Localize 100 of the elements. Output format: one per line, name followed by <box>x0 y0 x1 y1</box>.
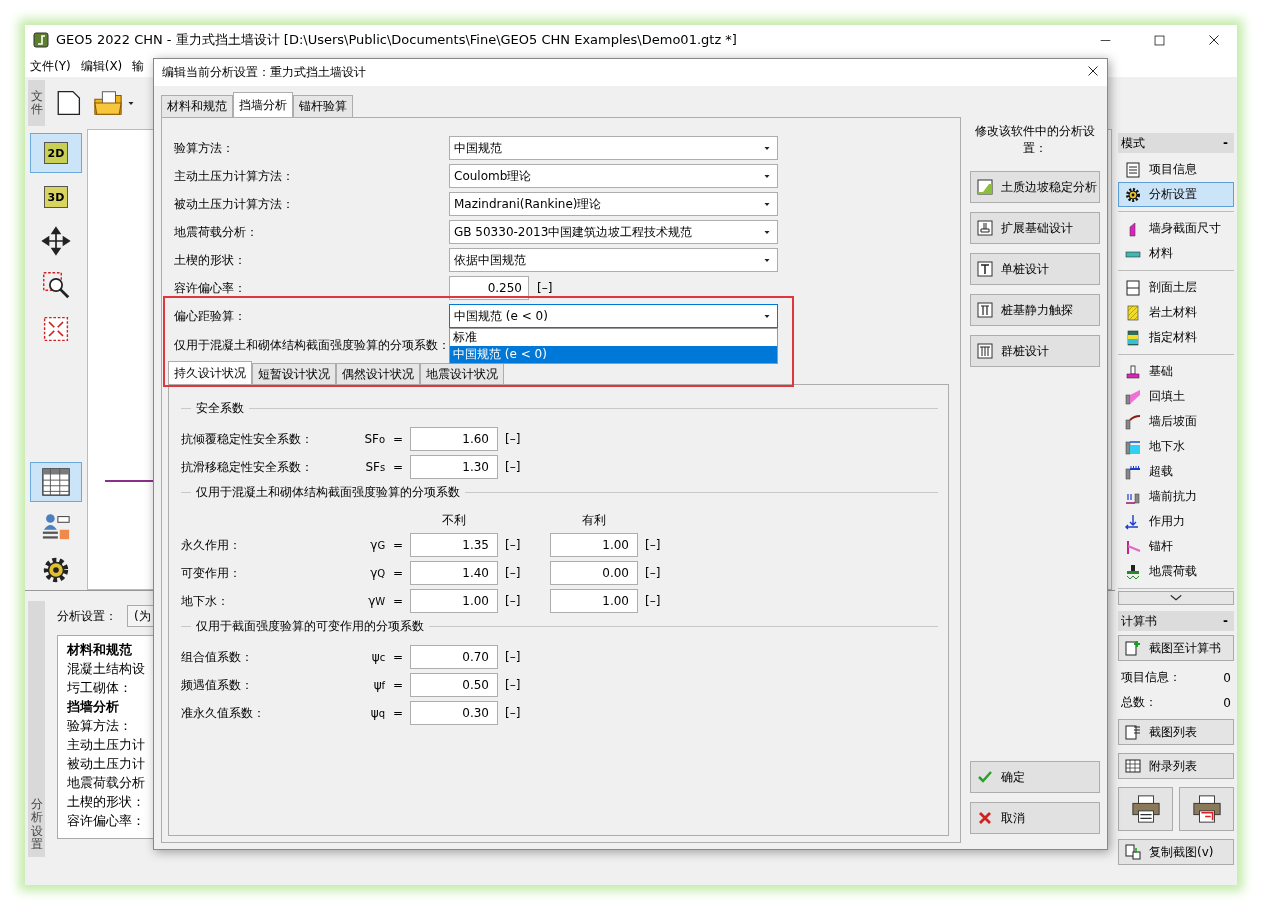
mode-item[interactable]: 锚杆 <box>1118 534 1234 559</box>
input-field[interactable]: 1.00 <box>410 589 498 613</box>
view-tool-button[interactable]: 3D <box>30 177 82 217</box>
mode-item[interactable]: 墙后坡面 <box>1118 409 1234 434</box>
input-field[interactable]: 1.60 <box>410 427 498 451</box>
caret-icon <box>763 172 771 180</box>
program-button[interactable]: 群桩设计 <box>969 335 1100 367</box>
tab[interactable]: 持久设计状况 <box>168 361 252 384</box>
mode-item[interactable]: 基础 <box>1118 359 1234 384</box>
dropdown-option[interactable]: 中国规范 (e < 0) <box>450 346 777 363</box>
input-field[interactable]: 1.35 <box>410 533 498 557</box>
menu-item[interactable]: 编辑(X) <box>80 57 123 75</box>
panel-button[interactable]: 截图列表 <box>1118 719 1234 745</box>
mode-item[interactable]: 项目信息 <box>1118 157 1234 182</box>
caret-icon <box>763 312 771 320</box>
tab[interactable]: 偶然设计状况 <box>336 363 420 384</box>
collapse-button[interactable]: - <box>1223 136 1228 150</box>
summary-line: 容许偏心率： <box>67 812 145 830</box>
ok-button[interactable]: 确定 <box>969 761 1100 793</box>
program-button[interactable]: 桩基静力触探 <box>969 294 1100 326</box>
mode-item[interactable]: 指定材料 <box>1118 325 1234 350</box>
tab[interactable]: 短暂设计状况 <box>252 363 336 384</box>
dropdown[interactable]: GB 50330-2013中国建筑边坡工程技术规范 <box>449 220 778 244</box>
input-field[interactable]: 0.50 <box>410 673 498 697</box>
pile-icon <box>976 261 993 277</box>
unit-label: [–] <box>644 593 662 610</box>
mode-item[interactable]: 地下水 <box>1118 434 1234 459</box>
footing-icon <box>976 220 993 236</box>
dropdown[interactable]: Coulomb理论 <box>449 164 778 188</box>
mode-item[interactable]: 地震荷载 <box>1118 559 1234 584</box>
mode-item[interactable]: 作用力 <box>1118 509 1234 534</box>
mode-item[interactable]: 回填土 <box>1118 384 1234 409</box>
tab[interactable]: 材料和规范 <box>161 95 233 117</box>
zoom-icon <box>42 271 70 299</box>
print-button[interactable] <box>1179 787 1234 831</box>
panel-button[interactable]: 截图至计算书 <box>1118 635 1234 661</box>
mode-item[interactable]: 墙身截面尺寸 <box>1118 216 1234 241</box>
tab[interactable]: 锚杆验算 <box>293 95 353 117</box>
mode-item[interactable]: 剖面土层 <box>1118 275 1234 300</box>
tool-button[interactable] <box>30 462 82 502</box>
field-label: 土楔的形状： <box>173 251 247 269</box>
layers-icon <box>1125 279 1141 296</box>
pile-icon <box>976 302 993 318</box>
field-label: 可变作用： <box>181 564 242 582</box>
group-title: 仅用于截面强度验算的可变作用的分项系数 <box>196 617 424 635</box>
collapse-button[interactable]: - <box>1223 614 1228 628</box>
field-label: 被动土压力计算方法： <box>173 195 295 213</box>
summary-line: 混凝土结构设 <box>67 660 145 678</box>
input-field[interactable]: 0.00 <box>550 561 638 585</box>
tab[interactable]: 地震设计状况 <box>420 363 504 384</box>
mode-item[interactable]: 分析设置 <box>1118 182 1234 207</box>
mode-item[interactable]: 墙前抗力 <box>1118 484 1234 509</box>
panel-button[interactable]: 复制截图(v) <box>1118 839 1234 865</box>
check-icon <box>976 769 993 785</box>
folder-icon <box>93 88 123 118</box>
table-icon <box>1125 758 1141 774</box>
unit-label: [–] <box>644 565 662 582</box>
dropdown[interactable]: 中国规范 (e < 0) <box>449 304 778 328</box>
unit-label: [–] <box>504 537 522 554</box>
input-field[interactable]: 1.30 <box>410 455 498 479</box>
dropdown[interactable]: 依据中国规范 <box>449 248 778 272</box>
close-icon <box>1207 34 1220 46</box>
mode-item[interactable]: 超载 <box>1118 459 1234 484</box>
label-icon <box>41 511 71 541</box>
input-field[interactable]: 1.00 <box>550 533 638 557</box>
tab[interactable]: 挡墙分析 <box>233 92 293 117</box>
side-tab[interactable]: 分析设置 <box>28 601 45 857</box>
anchor-icon <box>1125 538 1141 555</box>
program-button[interactable]: 单桩设计 <box>969 253 1100 285</box>
gear-icon <box>1125 186 1141 203</box>
file-tab[interactable]: 文件 <box>28 80 45 126</box>
summary-line: 验算方法： <box>67 717 132 735</box>
program-button[interactable]: 土质边坡稳定分析 <box>969 171 1100 203</box>
dropdown[interactable]: Mazindrani(Rankine)理论 <box>449 192 778 216</box>
hatched-square-icon <box>1125 304 1141 321</box>
input-field[interactable]: 0.70 <box>410 645 498 669</box>
unit-label: [–] <box>504 459 522 476</box>
dropdown[interactable]: 中国规范 <box>449 136 778 160</box>
dialog-title: 编辑当前分析设置：重力式挡土墙设计 <box>162 64 366 81</box>
input-field[interactable]: 0.30 <box>410 701 498 725</box>
print-button[interactable] <box>1118 787 1173 831</box>
mode-item[interactable]: 岩土材料 <box>1118 300 1234 325</box>
mode-item[interactable]: 材料 <box>1118 241 1234 266</box>
menu-item[interactable]: 输 <box>132 57 145 75</box>
input-field[interactable]: 0.250 <box>449 276 529 300</box>
panel-button[interactable]: 附录列表 <box>1118 753 1234 779</box>
unit-label: [–] <box>504 677 522 694</box>
field-label: 抗倾覆稳定性安全系数： <box>181 430 314 448</box>
unit-label: [–] <box>644 537 662 554</box>
program-button[interactable]: 扩展基础设计 <box>969 212 1100 244</box>
dropdown-option[interactable]: 标准 <box>450 329 777 346</box>
input-field[interactable]: 1.00 <box>550 589 638 613</box>
field-label: 主动土压力计算方法： <box>173 167 295 185</box>
field-label: 抗滑移稳定性安全系数： <box>181 458 314 476</box>
gear-icon <box>41 555 71 585</box>
input-field[interactable]: 1.40 <box>410 561 498 585</box>
menu-item[interactable]: 文件(Y) <box>30 57 71 75</box>
cancel-button[interactable]: 取消 <box>969 802 1100 834</box>
view-tool-button[interactable]: 2D <box>30 133 82 173</box>
slope-icon <box>1125 413 1141 430</box>
